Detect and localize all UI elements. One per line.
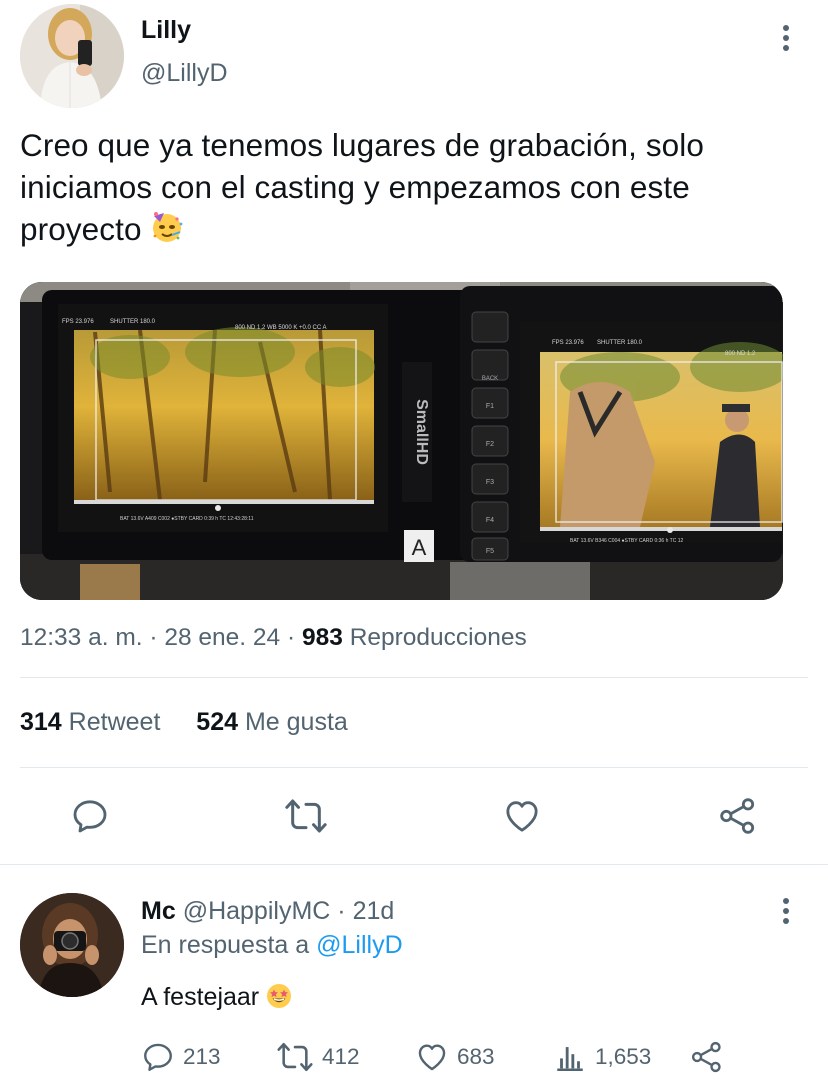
view-count: 1,653 bbox=[595, 1044, 652, 1069]
heart-icon bbox=[418, 1044, 446, 1071]
reply-button[interactable] bbox=[70, 796, 110, 836]
reply-views-button[interactable]: 1,653 bbox=[553, 1040, 651, 1074]
share-button[interactable] bbox=[718, 796, 758, 836]
in-reply-to-label: En respuesta a bbox=[141, 931, 310, 959]
partying-face-emoji-icon bbox=[150, 210, 184, 254]
reply-reply-button[interactable]: 213 bbox=[141, 1040, 221, 1074]
reply-like-button[interactable]: 683 bbox=[415, 1040, 495, 1074]
author-avatar-image bbox=[20, 4, 124, 108]
tweet-text-line: iniciamos con el casting y empezamos con… bbox=[20, 169, 690, 205]
reply-share-button[interactable] bbox=[690, 1040, 732, 1074]
svg-text:F1: F1 bbox=[486, 403, 494, 410]
monitor-right-settings: 800 ND 1.2 bbox=[725, 351, 756, 357]
divider bbox=[0, 864, 828, 865]
monitor-left-status: BAT 13.6V A409 C002 ●STBY CARD 0:39 h TC… bbox=[120, 516, 254, 522]
tweet-stats: 314 Retweet 524 Me gusta bbox=[20, 708, 348, 737]
retweet-icon bbox=[285, 799, 327, 833]
views-count: 983 bbox=[301, 624, 343, 651]
dot-icon bbox=[783, 918, 789, 924]
heart-icon bbox=[506, 801, 538, 832]
reply-author-name[interactable]: Mc bbox=[141, 897, 176, 925]
author-name[interactable]: Lilly bbox=[141, 16, 191, 45]
share-icon bbox=[720, 798, 755, 834]
tweet-media-photo[interactable]: FPS 23.976 SHUTTER 180.0 800 ND 1.2 WB 5… bbox=[20, 282, 783, 600]
monitor-brand-label: SmallHD bbox=[413, 399, 430, 465]
tweet-text-fragment: proyecto bbox=[20, 211, 142, 247]
monitor-left-settings: 800 ND 1.2 WB 5000 K +0.0 CC A bbox=[235, 325, 327, 331]
camera-monitors-photo: FPS 23.976 SHUTTER 180.0 800 ND 1.2 WB 5… bbox=[20, 282, 783, 600]
views-label: Reproducciones bbox=[349, 624, 527, 651]
reply-count: 213 bbox=[183, 1044, 221, 1069]
likes-count: 524 bbox=[196, 708, 239, 736]
tweet-time[interactable]: 12:33 a. m. bbox=[20, 624, 143, 651]
meta-separator: · bbox=[287, 624, 296, 651]
author-handle[interactable]: @LillyD bbox=[141, 59, 228, 88]
star-struck-emoji-icon bbox=[266, 983, 292, 1016]
tweet-meta: 12:33 a. m. · 28 ene. 24 · 983 Reproducc… bbox=[20, 624, 527, 652]
dot-icon bbox=[783, 25, 789, 31]
in-reply-to-mention[interactable]: @LillyD bbox=[316, 931, 403, 959]
divider bbox=[20, 677, 808, 678]
svg-text:BACK: BACK bbox=[482, 376, 498, 382]
like-count: 683 bbox=[457, 1044, 495, 1069]
monitor-right-status: BAT 13.6V B346 C004 ●STBY CARD 0:36 h TC… bbox=[570, 538, 683, 544]
reply-header: Mc @HappilyMC · 21d bbox=[141, 897, 394, 926]
reply-age[interactable]: 21d bbox=[353, 897, 395, 925]
reply-icon bbox=[73, 800, 107, 833]
tweet-date[interactable]: 28 ene. 24 bbox=[164, 624, 280, 651]
reply-retweet-button[interactable]: 412 bbox=[276, 1040, 360, 1074]
dot-icon bbox=[783, 45, 789, 51]
reply-more-options-button[interactable] bbox=[776, 894, 796, 928]
dot-icon bbox=[783, 898, 789, 904]
divider bbox=[20, 767, 808, 768]
monitor-right-fps: FPS 23.976 bbox=[552, 340, 584, 346]
reply-text: A festejaar bbox=[141, 983, 292, 1016]
svg-text:F2: F2 bbox=[486, 441, 494, 448]
in-reply-to: En respuesta a @LillyD bbox=[141, 931, 403, 960]
author-avatar[interactable] bbox=[20, 4, 124, 108]
svg-text:F4: F4 bbox=[486, 517, 494, 524]
likes-stat[interactable]: 524 Me gusta bbox=[196, 708, 348, 736]
more-options-button[interactable] bbox=[776, 21, 796, 55]
reply-author-avatar[interactable] bbox=[20, 893, 124, 997]
retweets-count: 314 bbox=[20, 708, 62, 736]
retweets-stat[interactable]: 314 Retweet bbox=[20, 708, 167, 736]
tweet-text-line: proyecto bbox=[20, 208, 810, 254]
analytics-icon bbox=[557, 1047, 583, 1071]
retweets-label: Retweet bbox=[68, 708, 161, 736]
meta-separator: · bbox=[149, 624, 158, 651]
tweet-text-line: Creo que ya tenemos lugares de grabación… bbox=[20, 127, 705, 163]
reply-icon bbox=[144, 1043, 172, 1071]
monitor-left-shutter: SHUTTER 180.0 bbox=[110, 319, 156, 325]
svg-text:F3: F3 bbox=[486, 479, 494, 486]
likes-label: Me gusta bbox=[244, 708, 348, 736]
dot-icon bbox=[783, 908, 789, 914]
monitor-a-label: A bbox=[412, 535, 427, 560]
retweet-count: 412 bbox=[322, 1044, 360, 1069]
svg-text:F5: F5 bbox=[486, 548, 494, 555]
dot-icon bbox=[783, 35, 789, 41]
retweet-icon bbox=[277, 1042, 313, 1072]
monitor-left-fps: FPS 23.976 bbox=[62, 319, 94, 325]
reply-text-content: A festejaar bbox=[141, 983, 260, 1011]
meta-separator: · bbox=[337, 897, 346, 925]
retweet-button[interactable] bbox=[284, 796, 328, 836]
share-icon bbox=[691, 1041, 721, 1073]
monitor-right-shutter: SHUTTER 180.0 bbox=[597, 340, 643, 346]
like-button[interactable] bbox=[502, 796, 542, 836]
tweet-text: Creo que ya tenemos lugares de grabación… bbox=[20, 124, 810, 254]
reply-author-handle[interactable]: @HappilyMC bbox=[183, 897, 331, 925]
reply-avatar-image bbox=[20, 893, 124, 997]
